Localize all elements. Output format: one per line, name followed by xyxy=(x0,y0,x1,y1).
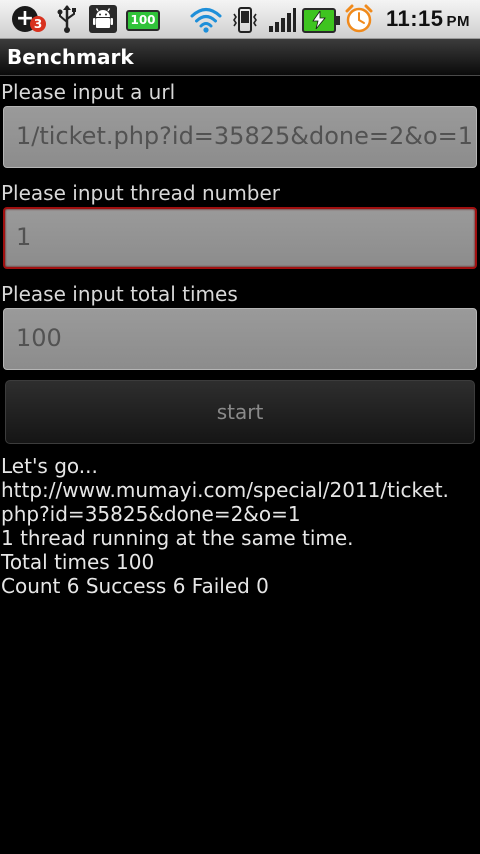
log-line: Let's go... xyxy=(1,454,98,478)
thread-label: Please input thread number xyxy=(1,181,281,205)
notification-count-badge: 3 xyxy=(30,16,46,32)
clock-ampm: PM xyxy=(446,13,470,30)
android-debug-icon xyxy=(89,5,117,33)
log-line: php?id=35825&done=2&o=1 xyxy=(1,502,301,526)
url-label: Please input a url xyxy=(1,80,176,104)
url-input[interactable]: 1/ticket.php?id=35825&done=2&o=1 xyxy=(3,106,477,168)
app-title: Benchmark xyxy=(7,45,134,69)
phone-vibrate-icon xyxy=(233,7,257,33)
charging-bolt-icon xyxy=(312,11,326,29)
battery-100-icon: 100 xyxy=(126,10,160,31)
alarm-clock-icon xyxy=(345,4,373,33)
thread-number-input[interactable]: 1 xyxy=(3,207,477,269)
log-line: http://www.mumayi.com/special/2011/ticke… xyxy=(1,478,449,502)
total-times-input[interactable]: 100 xyxy=(3,308,477,370)
total-times-label: Please input total times xyxy=(1,282,238,306)
status-bar: + 3 100 11:15 PM xyxy=(0,0,480,39)
usb-icon xyxy=(57,5,76,33)
start-button[interactable]: start xyxy=(5,380,475,444)
app-title-bar: Benchmark xyxy=(0,39,480,76)
output-log: Let's go... http://www.mumayi.com/specia… xyxy=(1,454,477,598)
log-line: 1 thread running at the same time. xyxy=(1,526,354,550)
signal-icon xyxy=(269,8,296,32)
clock-time: 11:15 xyxy=(385,6,444,31)
log-line: Count 6 Success 6 Failed 0 xyxy=(1,574,269,598)
log-line: Total times 100 xyxy=(1,550,155,574)
status-clock: 11:15 PM xyxy=(386,6,470,35)
wifi-icon xyxy=(190,8,222,33)
battery-charging-icon xyxy=(302,8,340,33)
